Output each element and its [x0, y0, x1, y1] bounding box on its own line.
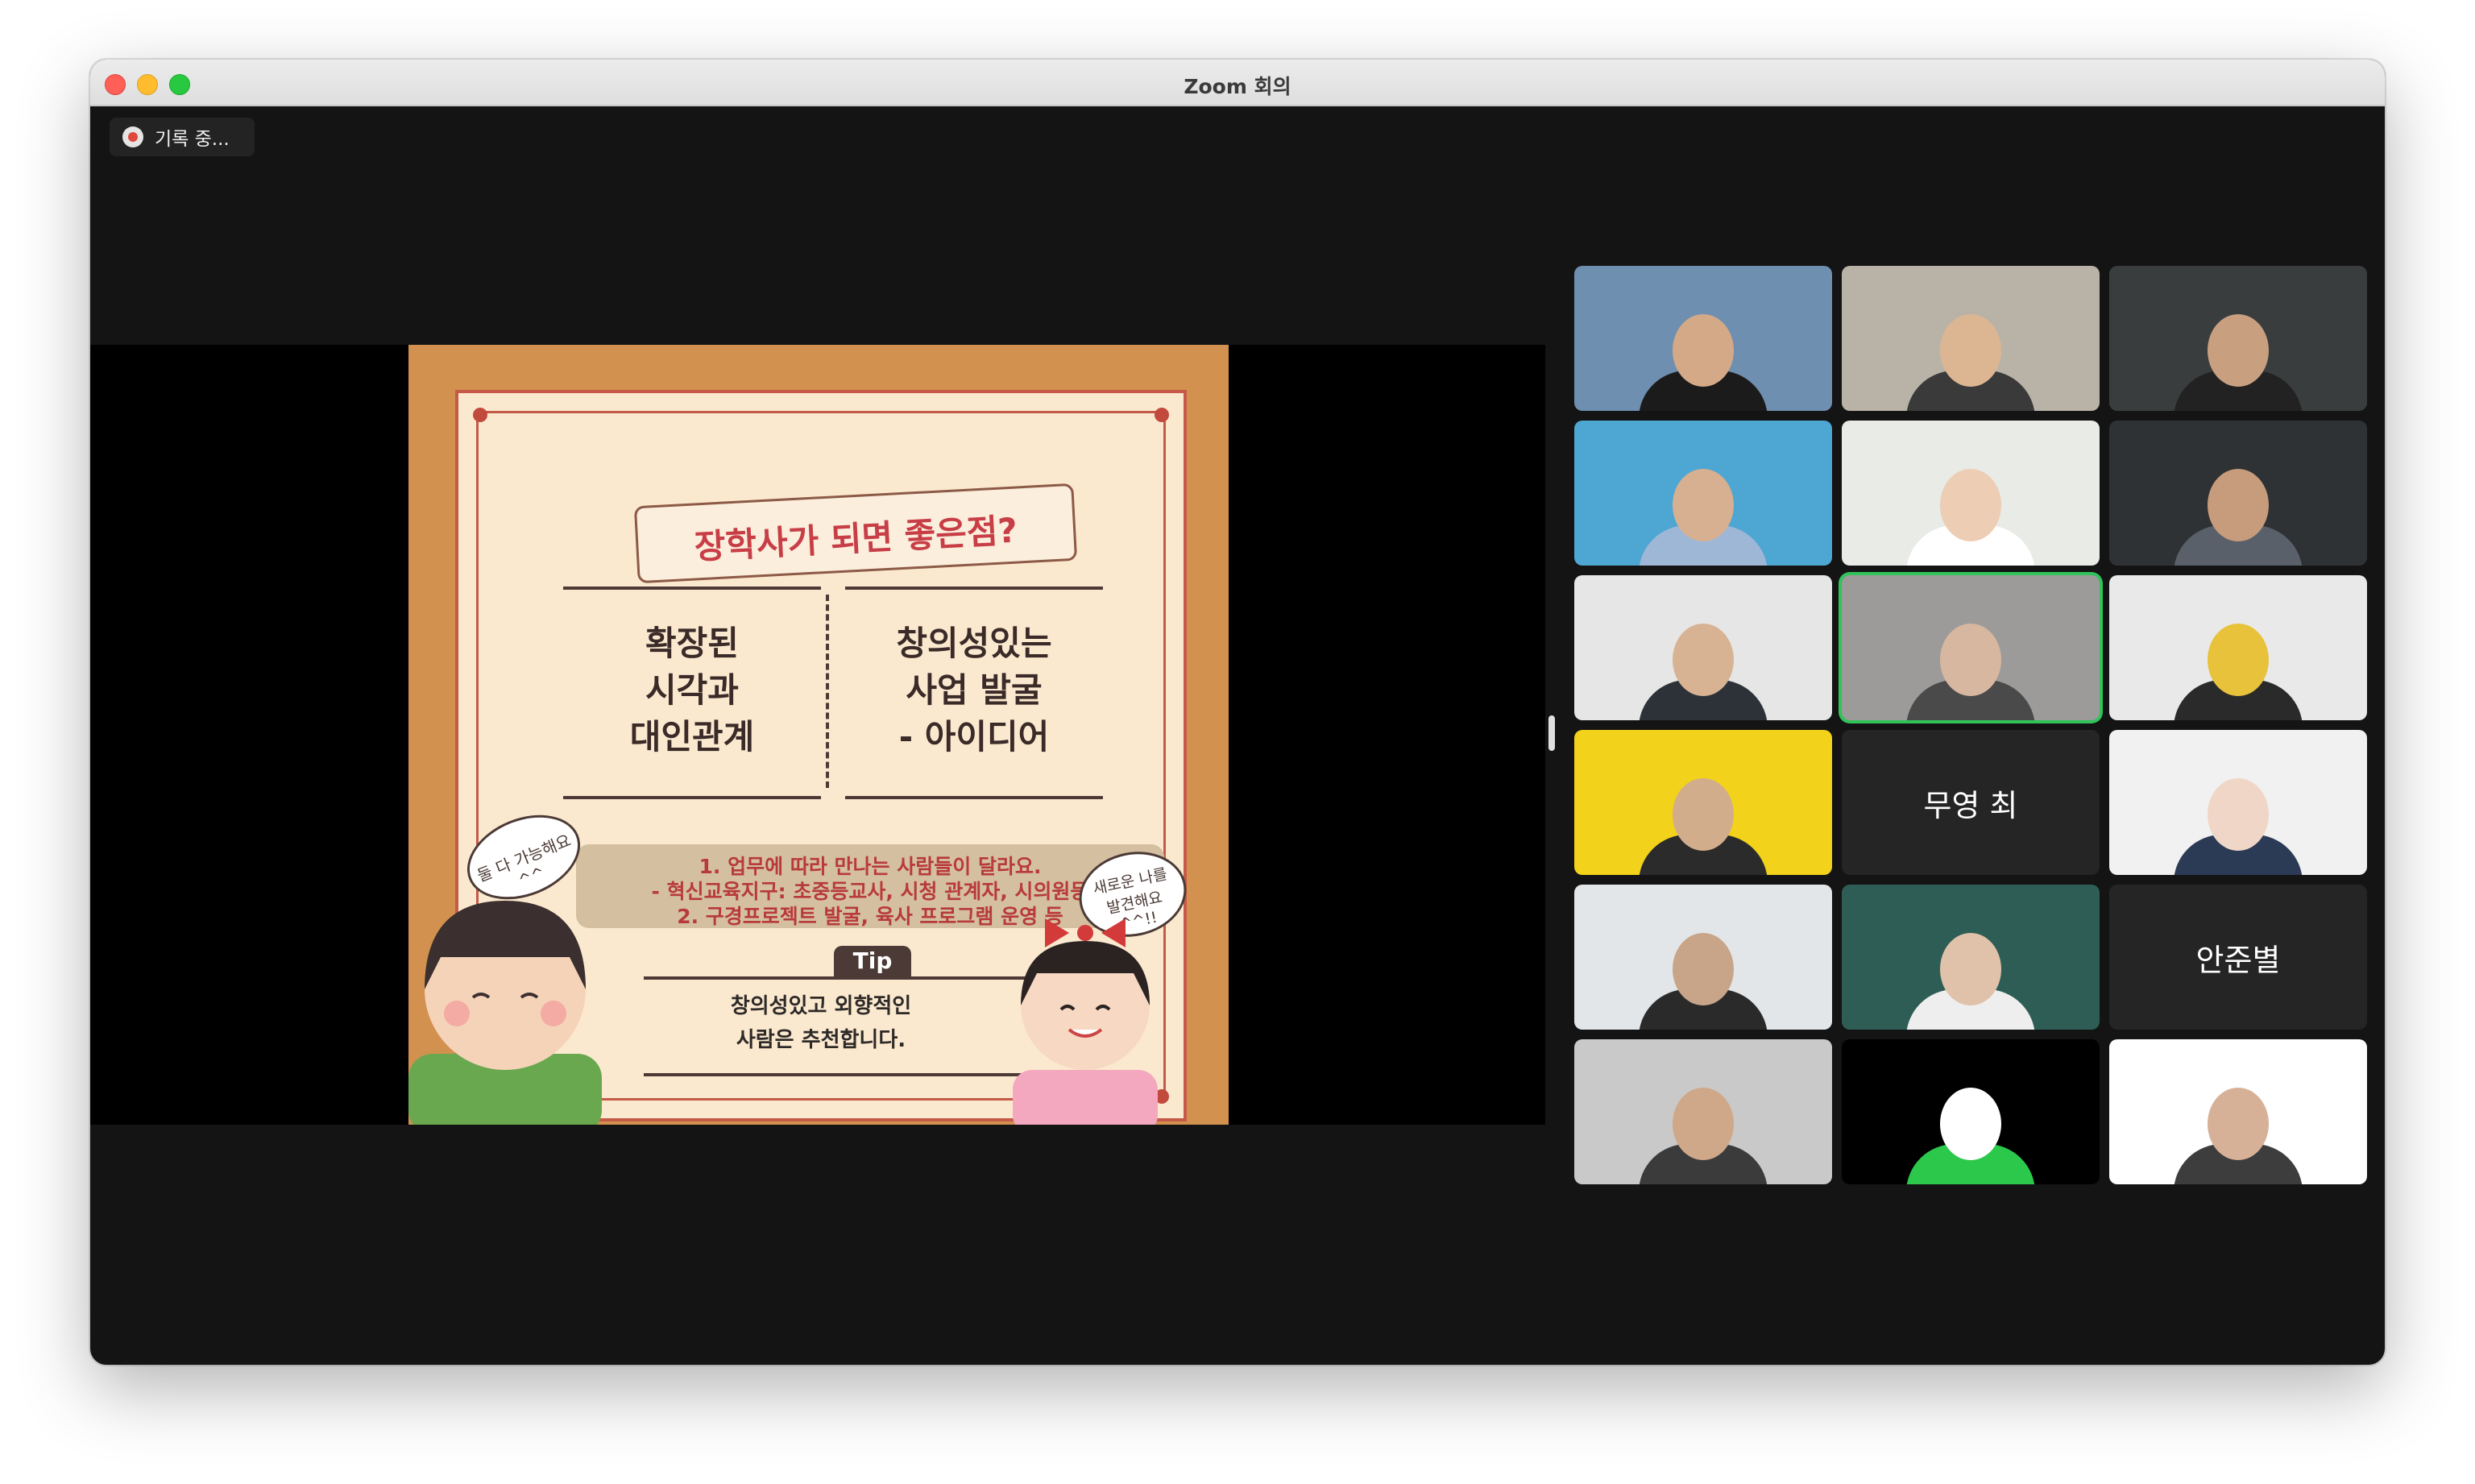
boy-illustration — [408, 901, 602, 1125]
participant-name: 무영 최 — [1923, 787, 2018, 823]
participant-tile[interactable] — [1842, 885, 2100, 1030]
panel-resize-handle[interactable] — [1548, 715, 1555, 751]
participant-name — [1574, 421, 1832, 566]
participant-name — [1574, 266, 1832, 411]
window-title: Zoom 회의 — [1184, 75, 1291, 98]
participant-tile[interactable] — [2109, 730, 2367, 875]
girl-illustration — [1013, 918, 1158, 1125]
slide-title: 장학사가 되면 좋은점? — [693, 510, 1019, 567]
participant-name: 안준별 — [2195, 942, 2281, 978]
participant-name — [1842, 885, 2100, 1030]
participant-tile[interactable] — [1574, 885, 1832, 1030]
participant-name — [1574, 885, 1832, 1030]
participant-name — [2109, 421, 2367, 566]
participant-name — [2109, 1039, 2367, 1184]
zoom-window: Zoom 회의 기록 중... 장학사가 되면 좋은점? 확장된 시각과 대인관… — [90, 60, 2385, 1365]
participant-tile[interactable] — [1842, 575, 2100, 720]
divider — [845, 587, 1103, 590]
participant-tile[interactable] — [2109, 266, 2367, 411]
participant-name — [1842, 1039, 2100, 1184]
participant-name — [1574, 1039, 1832, 1184]
participant-tile[interactable] — [1574, 1039, 1832, 1184]
participant-name — [2109, 266, 2367, 411]
divider — [563, 796, 821, 799]
participant-gallery: 무영 최안준별 — [1574, 266, 2369, 1184]
shared-slide: 장학사가 되면 좋은점? 확장된 시각과 대인관계 창의성있는 사업 발굴 - … — [408, 345, 1229, 1125]
tip-divider — [644, 1073, 1022, 1076]
participant-tile[interactable] — [1842, 1039, 2100, 1184]
participant-tile[interactable]: 무영 최 — [1842, 730, 2100, 875]
tip-tag: Tip — [834, 946, 911, 976]
recording-indicator[interactable]: 기록 중... — [110, 118, 255, 156]
participant-name — [1842, 266, 2100, 411]
participant-name — [2109, 575, 2367, 720]
participant-name — [1574, 575, 1832, 720]
recording-label: 기록 중... — [155, 129, 230, 150]
participant-tile[interactable] — [2109, 575, 2367, 720]
participant-tile[interactable] — [1842, 421, 2100, 566]
participant-tile[interactable] — [2109, 1039, 2367, 1184]
corner-dot — [1155, 408, 1169, 422]
title-bar: Zoom 회의 — [90, 60, 2385, 106]
record-icon — [122, 126, 143, 147]
participant-tile[interactable] — [1574, 421, 1832, 566]
divider — [563, 587, 821, 590]
participant-name — [1842, 575, 2100, 720]
divider — [845, 796, 1103, 799]
corner-dot — [473, 408, 487, 422]
participant-tile[interactable] — [1842, 266, 2100, 411]
participant-tile[interactable] — [1574, 730, 1832, 875]
column-divider — [826, 595, 829, 788]
right-column-text: 창의성있는 사업 발굴 - 아이디어 — [896, 624, 1052, 757]
tip-text: 창의성있고 외향적인 사람은 추천합니다. — [730, 994, 912, 1052]
screen-share-area: 장학사가 되면 좋은점? 확장된 시각과 대인관계 창의성있는 사업 발굴 - … — [90, 345, 1545, 1125]
participant-name — [1574, 730, 1832, 875]
participant-tile[interactable] — [2109, 421, 2367, 566]
participant-tile[interactable] — [1574, 266, 1832, 411]
participant-name — [1842, 421, 2100, 566]
participant-tile[interactable] — [1574, 575, 1832, 720]
participant-name — [2109, 730, 2367, 875]
participant-tile[interactable]: 안준별 — [2109, 885, 2367, 1030]
left-column-text: 확장된 시각과 대인관계 — [629, 624, 755, 757]
